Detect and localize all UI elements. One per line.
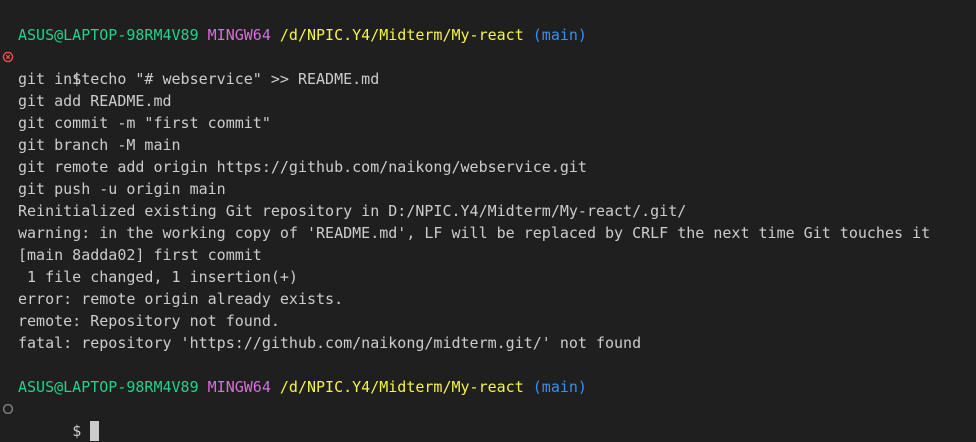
command-line: $ echo "# webservice" >> README.md <box>2 46 976 88</box>
input-prompt-symbol: $ <box>72 422 91 440</box>
terminal-panel[interactable]: ASUS@LAPTOP-98RM4V89 MINGW64 /d/NPIC.Y4/… <box>0 0 976 441</box>
command-line: git remote add origin https://github.com… <box>18 158 587 176</box>
text-cursor <box>90 420 100 441</box>
prompt-path: /d/NPIC.Y4/Midterm/My-react <box>279 26 524 44</box>
command-line: git push -u origin main <box>18 180 226 198</box>
prompt-branch: (main) <box>532 26 587 44</box>
command-line: git commit -m "first commit" <box>18 114 271 132</box>
prompt-branch: (main) <box>532 378 587 396</box>
output-line: error: remote origin already exists. <box>18 290 344 308</box>
command-line: git add README.md <box>18 92 172 110</box>
prompt-env: MINGW64 <box>207 378 271 396</box>
prompt-user-host: ASUS@LAPTOP-98RM4V89 <box>18 26 199 44</box>
command-line: git branch -M main <box>18 136 181 154</box>
terminal-output: ASUS@LAPTOP-98RM4V89 MINGW64 /d/NPIC.Y4/… <box>2 24 976 441</box>
command-line: git init <box>18 70 91 88</box>
circle-icon[interactable] <box>2 403 14 415</box>
output-line: Reinitialized existing Git repository in… <box>18 202 687 220</box>
prompt-env: MINGW64 <box>207 26 271 44</box>
circle-x-icon[interactable] <box>2 51 14 63</box>
prompt-user-host: ASUS@LAPTOP-98RM4V89 <box>18 378 199 396</box>
output-line: fatal: repository 'https://github.com/na… <box>18 334 642 352</box>
output-line: warning: in the working copy of 'README.… <box>18 224 931 242</box>
output-line: remote: Repository not found. <box>18 312 280 330</box>
prompt-path: /d/NPIC.Y4/Midterm/My-react <box>279 378 524 396</box>
input-line[interactable]: $ <box>2 398 976 441</box>
output-line: [main 8adda02] first commit <box>18 246 262 264</box>
output-line: 1 file changed, 1 insertion(+) <box>18 268 298 286</box>
prompt-line: ASUS@LAPTOP-98RM4V89 MINGW64 /d/NPIC.Y4/… <box>18 376 976 398</box>
prompt-line: ASUS@LAPTOP-98RM4V89 MINGW64 /d/NPIC.Y4/… <box>18 24 976 46</box>
